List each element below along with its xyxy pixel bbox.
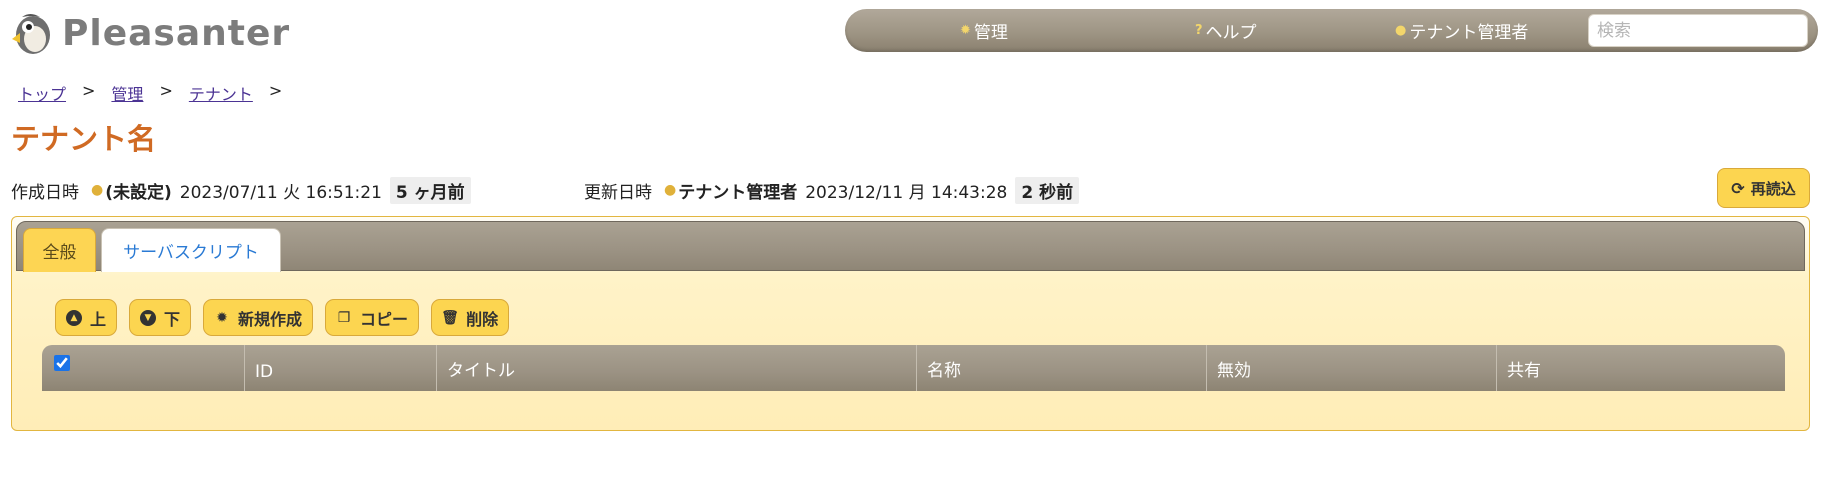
script-grid-header: ID タイトル 名称 無効 共有	[42, 345, 1785, 391]
move-down-button[interactable]: ▼ 下	[129, 299, 192, 336]
updated-by: テナント管理者	[678, 182, 798, 203]
grid-column-select	[42, 345, 245, 391]
top-nav: ✹ 管理 ? ヘルプ ● テナント管理者	[845, 9, 1818, 52]
updated-relative-badge: 2 秒前	[1015, 176, 1080, 204]
tab-bar: 全般 サーバスクリプト	[16, 221, 1805, 272]
breadcrumb-manage[interactable]: 管理	[111, 81, 143, 105]
breadcrumb-separator: >	[159, 81, 173, 100]
logo-text: Pleasanter	[62, 12, 291, 54]
question-icon: ?	[1195, 23, 1203, 38]
nav-manage-label: 管理	[973, 23, 1008, 43]
delete-button[interactable]: 🗑 削除	[431, 299, 510, 336]
breadcrumb-separator: >	[82, 81, 96, 100]
nav-manage[interactable]: ✹ 管理	[960, 9, 1008, 52]
refresh-icon: ⟳	[1731, 178, 1745, 198]
logo-icon	[12, 14, 50, 54]
copy-icon: ❐	[337, 309, 351, 326]
created-relative-badge: 5 ヶ月前	[389, 176, 471, 204]
breadcrumb-separator: >	[268, 81, 283, 100]
page-title: テナント名	[11, 122, 157, 156]
grid-column-name[interactable]: 名称	[917, 345, 1207, 391]
logo[interactable]: Pleasanter	[8, 8, 290, 58]
copy-button[interactable]: ❐ コピー	[325, 299, 420, 336]
record-updated-info: 更新日時 ● テナント管理者 2023/12/11 月 14:43:28 2 秒…	[584, 176, 1080, 204]
nav-user[interactable]: ● テナント管理者	[1395, 9, 1528, 52]
updated-at: 2023/12/11 月 14:43:28	[805, 182, 1008, 203]
updated-label: 更新日時	[584, 182, 652, 203]
tab-server-script[interactable]: サーバスクリプト	[101, 228, 281, 272]
nav-help[interactable]: ? ヘルプ	[1195, 9, 1257, 52]
breadcrumb-tenant[interactable]: テナント	[189, 81, 253, 105]
move-up-label: 上	[90, 309, 107, 329]
grid-column-title[interactable]: タイトル	[437, 345, 917, 391]
nav-user-label: テナント管理者	[1409, 23, 1529, 43]
gear-icon: ✹	[960, 23, 971, 38]
editor-panel: 全般 サーバスクリプト ▲ 上 ▼ 下 ✹ 新規作成 ❐ コピー 🗑 削除 ID…	[11, 216, 1810, 431]
breadcrumb-top[interactable]: トップ	[18, 81, 66, 105]
trash-icon: 🗑	[441, 309, 459, 326]
user-icon: ●	[664, 182, 677, 198]
user-icon: ●	[1395, 23, 1407, 38]
new-label: 新規作成	[238, 309, 303, 329]
select-all-checkbox[interactable]	[54, 355, 70, 371]
tab-general[interactable]: 全般	[23, 228, 96, 272]
nav-help-label: ヘルプ	[1205, 23, 1257, 43]
reload-button[interactable]: ⟳ 再読込	[1717, 168, 1810, 208]
created-at: 2023/07/11 火 16:51:21	[179, 182, 382, 203]
arrow-down-icon: ▼	[140, 309, 157, 326]
created-label: 作成日時	[11, 182, 79, 203]
record-created-info: 作成日時 ● (未設定) 2023/07/11 火 16:51:21 5 ヶ月前	[11, 176, 471, 204]
move-down-label: 下	[164, 309, 181, 329]
user-icon: ●	[91, 182, 104, 198]
move-up-button[interactable]: ▲ 上	[55, 299, 118, 336]
reload-label: 再読込	[1750, 179, 1796, 198]
grid-column-id[interactable]: ID	[245, 345, 437, 391]
delete-label: 削除	[466, 309, 499, 329]
script-toolbar: ▲ 上 ▼ 下 ✹ 新規作成 ❐ コピー 🗑 削除	[55, 299, 510, 336]
gear-icon: ✹	[216, 309, 228, 326]
arrow-up-icon: ▲	[66, 309, 82, 326]
new-button[interactable]: ✹ 新規作成	[203, 299, 314, 336]
grid-column-shared[interactable]: 共有	[1497, 345, 1785, 391]
search-input[interactable]	[1588, 14, 1808, 47]
copy-label: コピー	[360, 309, 409, 329]
created-by: (未設定)	[105, 182, 172, 203]
breadcrumb: トップ > 管理 > テナント >	[18, 81, 298, 105]
app-window: Pleasanter ✹ 管理 ? ヘルプ ● テナント管理者 トップ > 管理…	[0, 0, 1822, 488]
grid-column-disabled[interactable]: 無効	[1207, 345, 1497, 391]
